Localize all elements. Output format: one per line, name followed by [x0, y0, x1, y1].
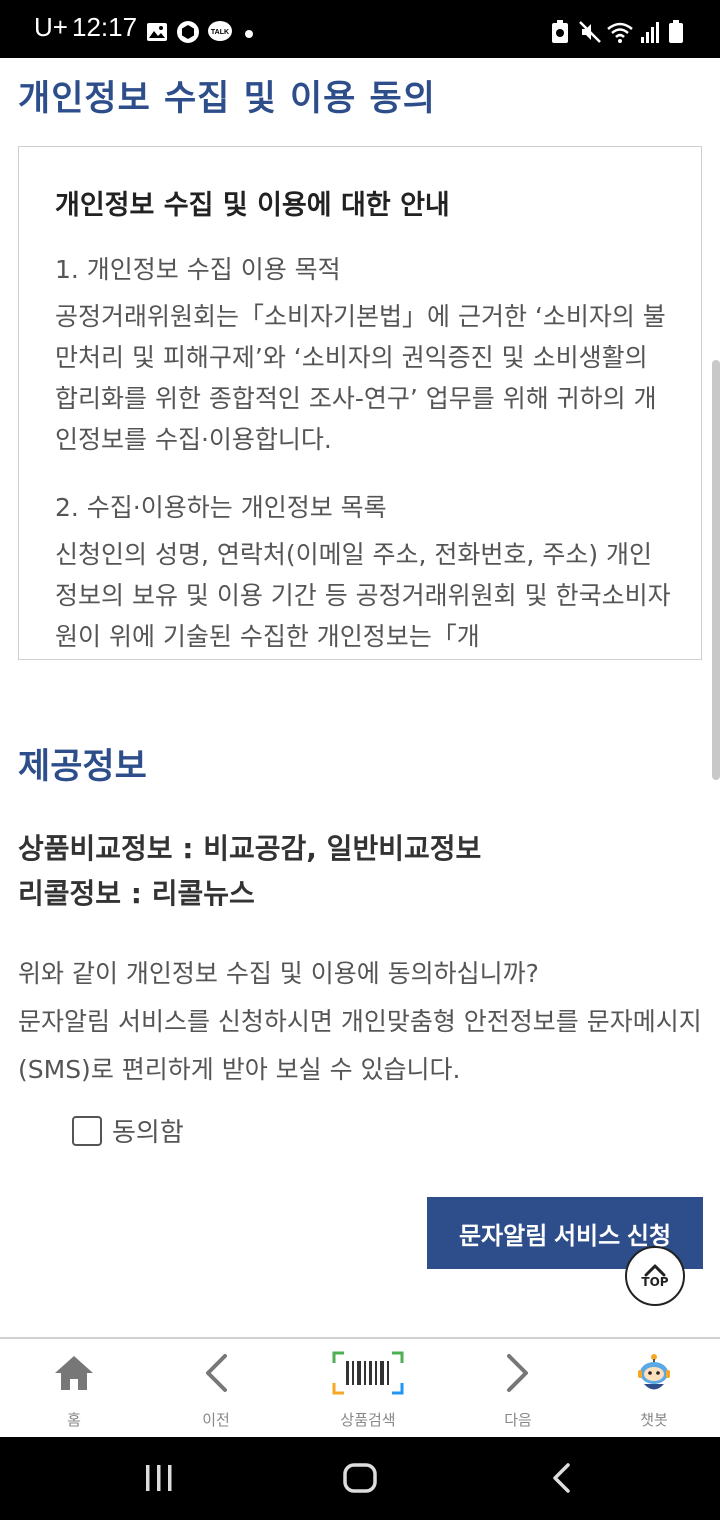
nav-label-next: 다음	[504, 1411, 532, 1429]
battery-icon	[669, 20, 683, 43]
chevron-left-icon	[206, 1354, 227, 1392]
page-title: 개인정보 수집 및 이용 동의	[18, 79, 436, 119]
bottom-nav: 홈 이전 상품검색 다음 챗봇	[0, 1337, 720, 1437]
nav-label-chatbot: 챗봇	[640, 1411, 668, 1429]
provided-line-recall: 리콜정보 : 리콜뉴스	[18, 877, 255, 910]
chevron-right-icon	[507, 1354, 528, 1392]
agree-label: 동의함	[112, 1118, 184, 1148]
mute-icon	[579, 21, 601, 43]
home-button-icon[interactable]	[342, 1461, 378, 1495]
nav-item-prev[interactable]: 이전	[144, 1339, 288, 1439]
barcode-icon	[332, 1351, 404, 1395]
svg-text:TALK: TALK	[211, 29, 229, 36]
clock: 12:17	[72, 12, 138, 42]
terms-section2-body: 신청인의 성명, 연락처(이메일 주소, 전화번호, 주소) 개인정보의 보유 …	[55, 540, 671, 651]
home-icon	[55, 1356, 93, 1390]
system-nav-bar	[0, 1437, 720, 1520]
nav-label-prev: 이전	[202, 1411, 230, 1429]
talk-icon: TALK	[208, 21, 232, 41]
nav-item-home[interactable]: 홈	[2, 1339, 146, 1439]
terms-heading: 개인정보 수집 및 이용에 대한 안내	[55, 190, 450, 221]
box-icon	[177, 21, 199, 43]
page-scrollbar[interactable]	[712, 360, 720, 780]
signal-icon	[641, 22, 659, 43]
terms-section1-body: 공정거래위원회는「소비자기본법」에 근거한 ‘소비자의 불만처리 및 피해구제’…	[55, 302, 666, 454]
scroll-top-button[interactable]: TOP	[625, 1246, 685, 1306]
nav-label-home: 홈	[67, 1411, 81, 1429]
agree-checkbox-row[interactable]: 동의함	[72, 1112, 184, 1149]
carrier-label: U+	[34, 12, 68, 42]
back-icon[interactable]	[548, 1461, 574, 1495]
provided-line-product: 상품비교정보 : 비교공감, 일반비교정보	[18, 832, 482, 865]
provided-info: 상품비교정보 : 비교공감, 일반비교정보 리콜정보 : 리콜뉴스	[18, 826, 481, 916]
status-bar: U+ 12:17 TALK	[0, 0, 720, 58]
notification-dot	[245, 30, 253, 38]
nav-item-chatbot[interactable]: 챗봇	[582, 1339, 720, 1439]
battery-saver-icon	[552, 20, 568, 43]
nav-item-product-search[interactable]: 상품검색	[296, 1339, 440, 1439]
nav-item-next[interactable]: 다음	[446, 1339, 590, 1439]
terms-scroll-box[interactable]: 개인정보 수집 및 이용에 대한 안내 1. 개인정보 수집 이용 목적 공정거…	[18, 146, 702, 660]
scroll-top-label: TOP	[641, 1275, 669, 1289]
nav-label-product-search: 상품검색	[340, 1411, 396, 1429]
gallery-icon	[147, 23, 167, 41]
consent-text: 위와 같이 개인정보 수집 및 이용에 동의하십니까? 문자알림 서비스를 신청…	[18, 950, 708, 1094]
recent-apps-icon[interactable]	[144, 1461, 174, 1495]
terms-section2-title: 2. 수집·이용하는 개인정보 목록	[55, 493, 387, 522]
agree-checkbox[interactable]	[72, 1115, 102, 1146]
terms-section1-title: 1. 개인정보 수집 이용 목적	[55, 255, 341, 284]
chatbot-icon	[638, 1354, 670, 1390]
wifi-icon	[607, 22, 633, 43]
consent-question: 위와 같이 개인정보 수집 및 이용에 동의하십니까?	[18, 959, 539, 988]
consent-description: 문자알림 서비스를 신청하시면 개인맞춤형 안전정보를 문자메시지(SMS)로 …	[18, 1007, 702, 1084]
provided-info-title: 제공정보	[18, 747, 147, 787]
